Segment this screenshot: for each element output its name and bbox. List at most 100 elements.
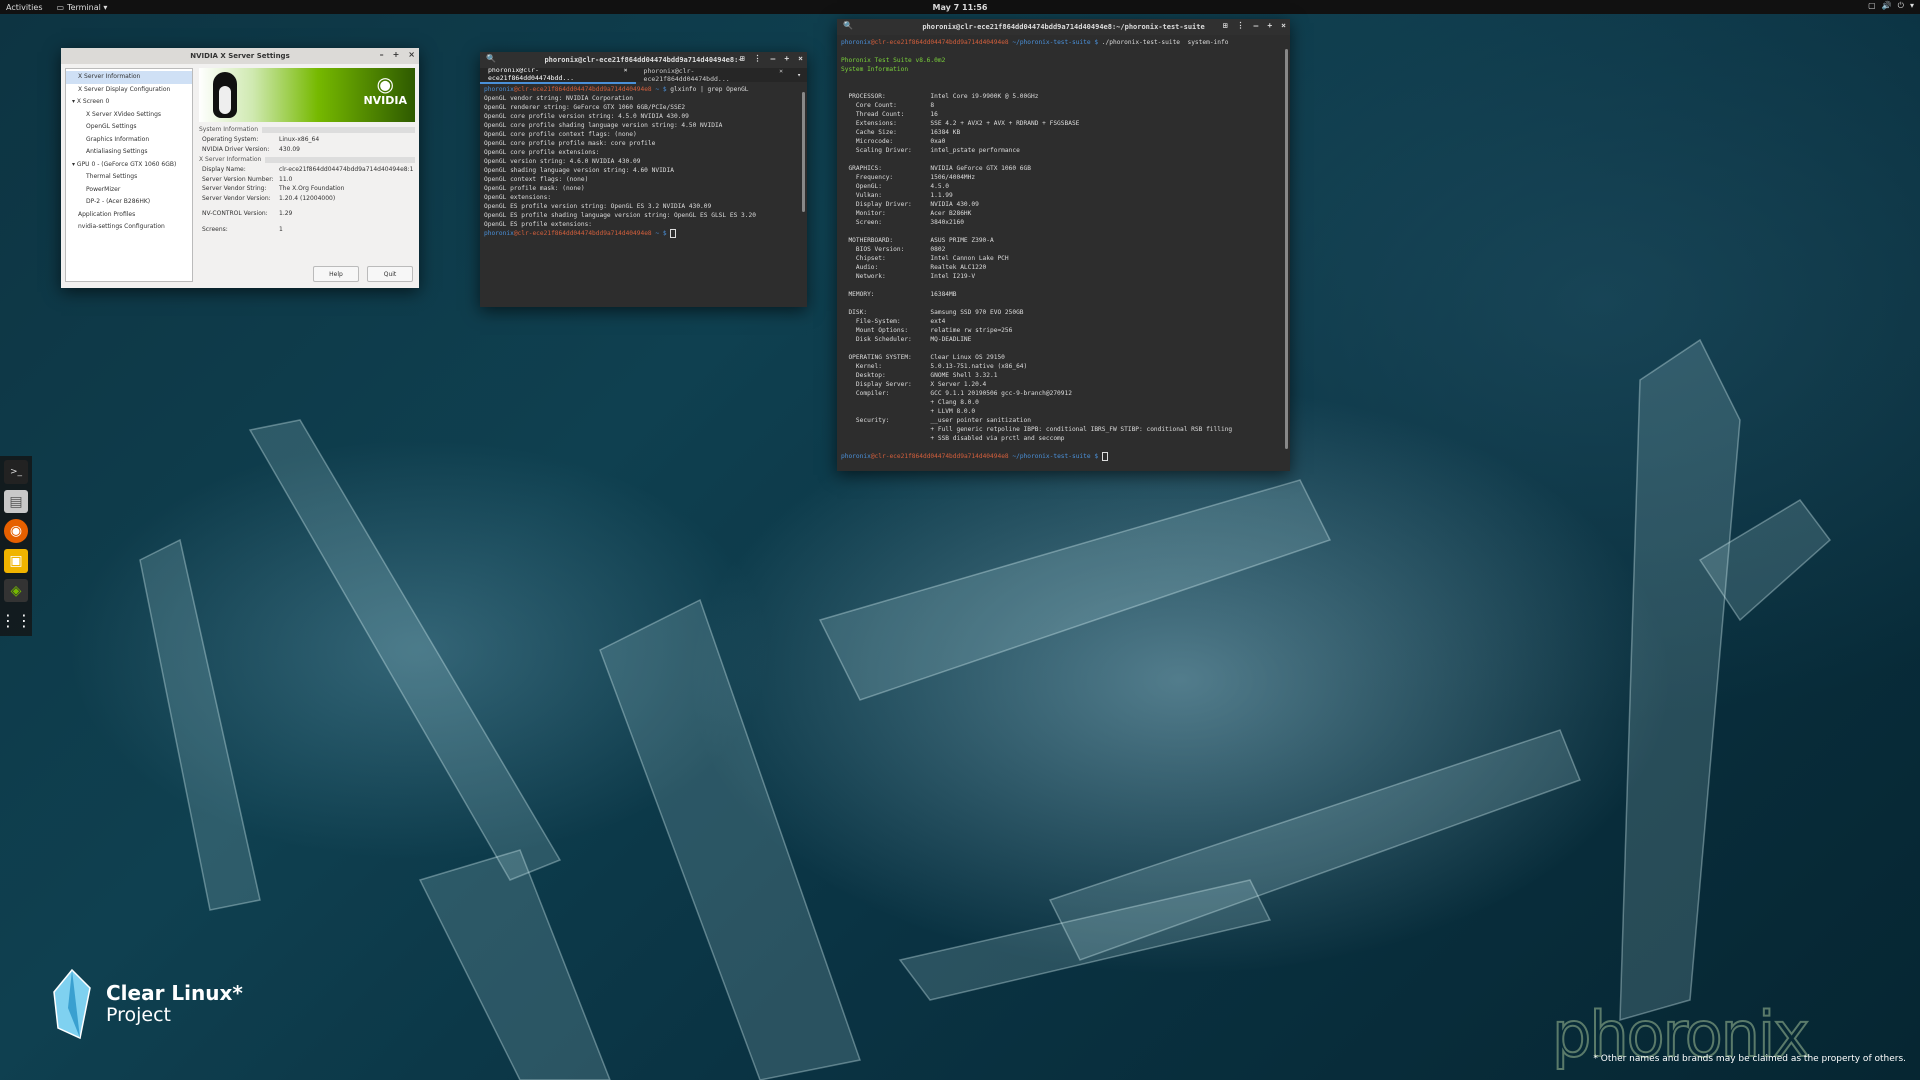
- new-tab-icon[interactable]: ⊞: [1223, 21, 1228, 30]
- close-icon[interactable]: ×: [1281, 21, 1286, 30]
- kv-row: NVIDIA Driver Version: 430.09: [199, 145, 415, 155]
- terminal-tab[interactable]: phoronix@clr-ece21f864dd04474bdd... ×: [636, 67, 792, 83]
- system-info-output: PROCESSOR: Intel Core i9-9900K @ 5.00GHz…: [848, 93, 1233, 442]
- command-output: OpenGL vendor string: NVIDIA Corporation…: [484, 95, 756, 228]
- tree-item-thermal-settings[interactable]: Thermal Settings: [66, 171, 192, 184]
- system-tray[interactable]: ▢ 🔊 ⏻ ▾: [1868, 1, 1914, 11]
- kv-key: NVIDIA Driver Version:: [202, 145, 270, 153]
- tree-item-display-configuration[interactable]: X Server Display Configuration: [66, 84, 192, 97]
- pts-header: Phoronix Test Suite v8.6.0m2: [841, 57, 946, 64]
- top-bar: Activities ▭ Terminal ▾ May 7 11:56 ▢ 🔊 ⏻…: [0, 0, 1920, 14]
- kv-key: Operating System:: [202, 136, 259, 143]
- kv-value: 430.09: [279, 145, 300, 153]
- tree-item-application-profiles[interactable]: Application Profiles: [66, 209, 192, 222]
- maximize-icon[interactable]: +: [1267, 21, 1272, 30]
- nvidia-logo-text: NVIDIA: [363, 94, 407, 107]
- close-icon[interactable]: ×: [798, 54, 803, 63]
- maximize-icon[interactable]: +: [393, 50, 400, 59]
- terminal-launcher-icon[interactable]: >_: [4, 460, 28, 484]
- terminal-titlebar[interactable]: 🔍 phoronix@clr-ece21f864dd04474bdd9a714d…: [480, 52, 807, 68]
- command-text: ./phoronix-test-suite system-info: [1101, 39, 1229, 46]
- activities-button[interactable]: Activities: [6, 3, 43, 12]
- kv-key: NV-CONTROL Version:: [202, 210, 268, 217]
- software-launcher-icon[interactable]: ▣: [4, 549, 28, 573]
- menu-icon[interactable]: ⋮: [754, 54, 762, 63]
- files-launcher-icon[interactable]: ▤: [4, 489, 28, 514]
- kv-value: 11.0: [279, 175, 293, 183]
- nvidia-banner: ◉ NVIDIA: [199, 68, 415, 122]
- tree-item-x-server-information[interactable]: X Server Information: [66, 71, 192, 84]
- app-menu-label: Terminal ▾: [67, 2, 108, 12]
- kv-row: Display Name: clr-ece21f864dd04474bdd9a71…: [199, 165, 415, 175]
- kv-value: The X.Org Foundation: [279, 185, 345, 192]
- prompt-path: ~/phoronix-test-suite $: [1008, 453, 1102, 460]
- nvidia-settings-launcher-icon[interactable]: ◈: [4, 578, 28, 603]
- clear-linux-title: Clear Linux*: [106, 981, 243, 1005]
- firefox-launcher-icon[interactable]: ◉: [4, 519, 28, 544]
- cursor: [670, 229, 677, 238]
- kv-key: Screens:: [202, 225, 228, 233]
- app-grid-icon[interactable]: ⋮⋮: [0, 608, 32, 632]
- prompt-user: phoronix: [484, 230, 514, 237]
- scrollbar[interactable]: [802, 92, 805, 212]
- terminal-output[interactable]: phoronix @clr-ece21f864dd04474bdd9a714d40…: [837, 35, 1290, 464]
- clear-linux-crystal-icon: [53, 968, 91, 1040]
- tree-item-antialiasing-settings[interactable]: Antialiasing Settings: [66, 146, 192, 159]
- minimize-icon[interactable]: –: [771, 54, 776, 63]
- nvidia-titlebar[interactable]: NVIDIA X Server Settings – + ×: [61, 48, 419, 64]
- terminal-window-glxinfo: 🔍 phoronix@clr-ece21f864dd04474bdd9a714d…: [480, 52, 807, 307]
- prompt-host: @clr-ece21f864dd04474bdd9a714d40494e8: [870, 39, 1009, 46]
- terminal-tab[interactable]: phoronix@clr-ece21f864dd04474bdd... ×: [480, 66, 636, 84]
- close-icon[interactable]: ×: [408, 50, 415, 59]
- info-panel: ◉ NVIDIA System Information Operating Sys…: [195, 64, 419, 288]
- search-icon[interactable]: 🔍: [843, 21, 853, 30]
- tree-item-xvideo-settings[interactable]: X Server XVideo Settings: [66, 109, 192, 122]
- kv-value: clr-ece21f864dd04474bdd9a714d40494e8:1: [279, 166, 414, 173]
- tree-item-powermizer[interactable]: PowerMizer: [66, 184, 192, 197]
- nvidia-settings-window: NVIDIA X Server Settings – + × X Server In…: [61, 48, 419, 288]
- maximize-icon[interactable]: +: [784, 54, 789, 63]
- minimize-icon[interactable]: –: [380, 50, 384, 59]
- search-icon[interactable]: 🔍: [486, 54, 496, 63]
- quit-button[interactable]: Quit: [367, 266, 413, 282]
- tree-item-x-screen-0[interactable]: ▾ X Screen 0: [66, 96, 192, 109]
- kv-row: Screens: 1: [199, 225, 415, 235]
- chevron-down-icon[interactable]: ▾: [791, 71, 807, 79]
- settings-tree: X Server Information X Server Display Co…: [65, 68, 193, 282]
- section-label: X Server Information: [199, 156, 262, 163]
- terminal-titlebar[interactable]: 🔍 phoronix@clr-ece21f864dd04474bdd9a714d…: [837, 19, 1290, 35]
- window-title: phoronix@clr-ece21f864dd04474bdd9a714d40…: [544, 56, 743, 64]
- prompt-host: @clr-ece21f864dd04474bdd9a714d40494e8: [513, 86, 652, 93]
- clear-linux-logo: Clear Linux* Project: [50, 968, 243, 1040]
- close-tab-icon[interactable]: ×: [624, 66, 628, 82]
- terminal-icon: ▭: [56, 2, 65, 12]
- chevron-down-icon: ▾: [1909, 1, 1914, 10]
- tree-item-opengl-settings[interactable]: OpenGL Settings: [66, 121, 192, 134]
- dialog-buttons: Help Quit: [313, 266, 413, 282]
- app-menu[interactable]: ▭ Terminal ▾: [57, 3, 108, 12]
- tab-label: phoronix@clr-ece21f864dd04474bdd...: [643, 67, 730, 83]
- kv-value: 1.29: [279, 210, 293, 217]
- scrollbar[interactable]: [1285, 49, 1288, 449]
- prompt-path: ~ $: [651, 230, 671, 237]
- prompt-user: phoronix: [841, 453, 871, 460]
- new-tab-icon[interactable]: ⊞: [740, 54, 745, 63]
- volume-icon: 🔊: [1881, 1, 1892, 10]
- kv-key: Server Version Number:: [202, 175, 274, 183]
- kv-row: Server Vendor String: The X.Org Foundatio…: [199, 184, 415, 194]
- tree-item-nvidia-settings-configuration[interactable]: nvidia-settings Configuration: [66, 221, 192, 234]
- terminal-tabs: phoronix@clr-ece21f864dd04474bdd... × pho…: [480, 66, 807, 84]
- menu-icon[interactable]: ⋮: [1237, 21, 1245, 30]
- close-tab-icon[interactable]: ×: [779, 67, 783, 83]
- prompt-path: ~/phoronix-test-suite $: [1008, 39, 1102, 46]
- minimize-icon[interactable]: –: [1254, 21, 1259, 30]
- section-system-information: System Information: [199, 126, 415, 133]
- clock[interactable]: May 7 11:56: [933, 3, 988, 12]
- tree-item-gpu-0[interactable]: ▾ GPU 0 - (GeForce GTX 1060 6GB): [66, 159, 192, 172]
- tree-item-dp-2[interactable]: DP-2 - (Acer B286HK): [66, 196, 192, 209]
- terminal-output[interactable]: phoronix@clr-ece21f864dd04474bdd9a714d40…: [480, 82, 807, 241]
- prompt-user: phoronix: [484, 86, 514, 93]
- display-icon: ▢: [1868, 1, 1876, 10]
- help-button[interactable]: Help: [313, 266, 359, 282]
- tree-item-graphics-information[interactable]: Graphics Information: [66, 134, 192, 147]
